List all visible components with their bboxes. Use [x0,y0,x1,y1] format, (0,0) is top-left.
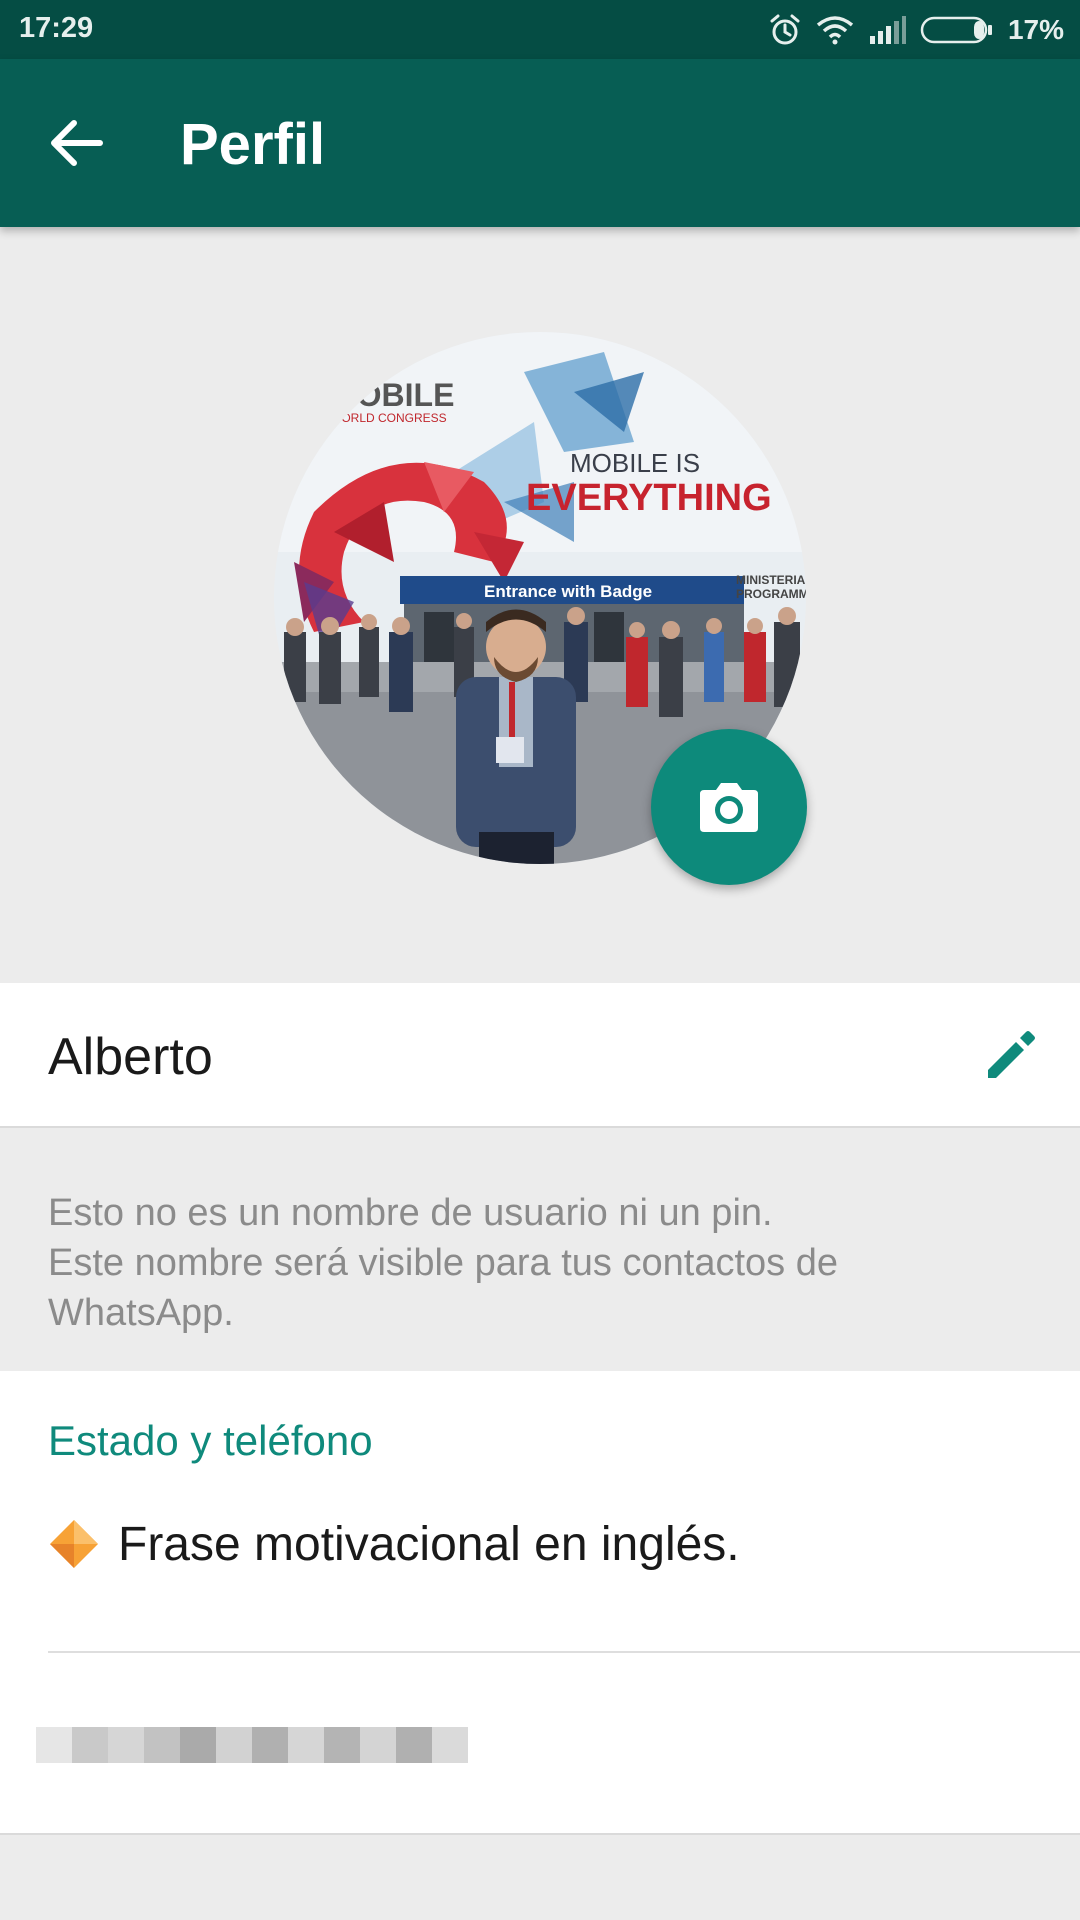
alarm-icon [770,14,800,44]
pencil-icon [988,1031,1035,1078]
change-photo-button[interactable] [651,729,807,885]
camera-icon [700,783,758,832]
battery-icon [920,16,992,43]
hint-line-3: WhatsApp. [48,1292,234,1334]
name-row[interactable]: Alberto [0,983,1080,1128]
back-button[interactable] [46,113,118,175]
battery-percent: 17% [1007,13,1064,45]
name-hint: Esto no es un nombre de usuario ni un pi… [48,1188,1038,1338]
signal-icon [869,15,906,44]
arrow-back-icon [51,120,103,166]
photo-headline-2: EVERYTHING [526,477,772,519]
photo-headline-1: MOBILE IS [570,448,700,478]
photo-brand-text: MOBILE [330,377,454,413]
status-phone-section: Estado y teléfono Frase motivacional en … [0,1371,1080,1835]
status-time: 17:29 [19,12,94,44]
hint-line-2: Este nombre será visible para tus contac… [48,1242,838,1284]
photo-side-2: PROGRAMME [736,587,806,601]
status-text: Frase motivacional en inglés. [118,1517,740,1571]
status-row[interactable]: Frase motivacional en inglés. [48,1514,740,1574]
status-bar: 17:29 17% [0,0,1080,59]
photo-brand-sub-text: WORLD CONGRESS [330,411,447,425]
status-icons: 17% [768,0,1080,59]
phone-number-blurred[interactable] [36,1727,468,1763]
divider [48,1651,1080,1653]
section-title: Estado y teléfono [48,1417,373,1464]
photo-side-1: MINISTERIAL [736,573,806,587]
hint-line-1: Esto no es un nombre de usuario ni un pi… [48,1192,773,1234]
edit-name-button[interactable] [980,1026,1040,1086]
profile-name: Alberto [48,1028,213,1086]
wifi-icon [816,15,854,44]
photo-banner-text: Entrance with Badge [484,582,652,601]
orange-diamond-icon [50,1520,98,1568]
page-title: Perfil [180,112,326,177]
app-bar: Perfil [0,59,1080,227]
